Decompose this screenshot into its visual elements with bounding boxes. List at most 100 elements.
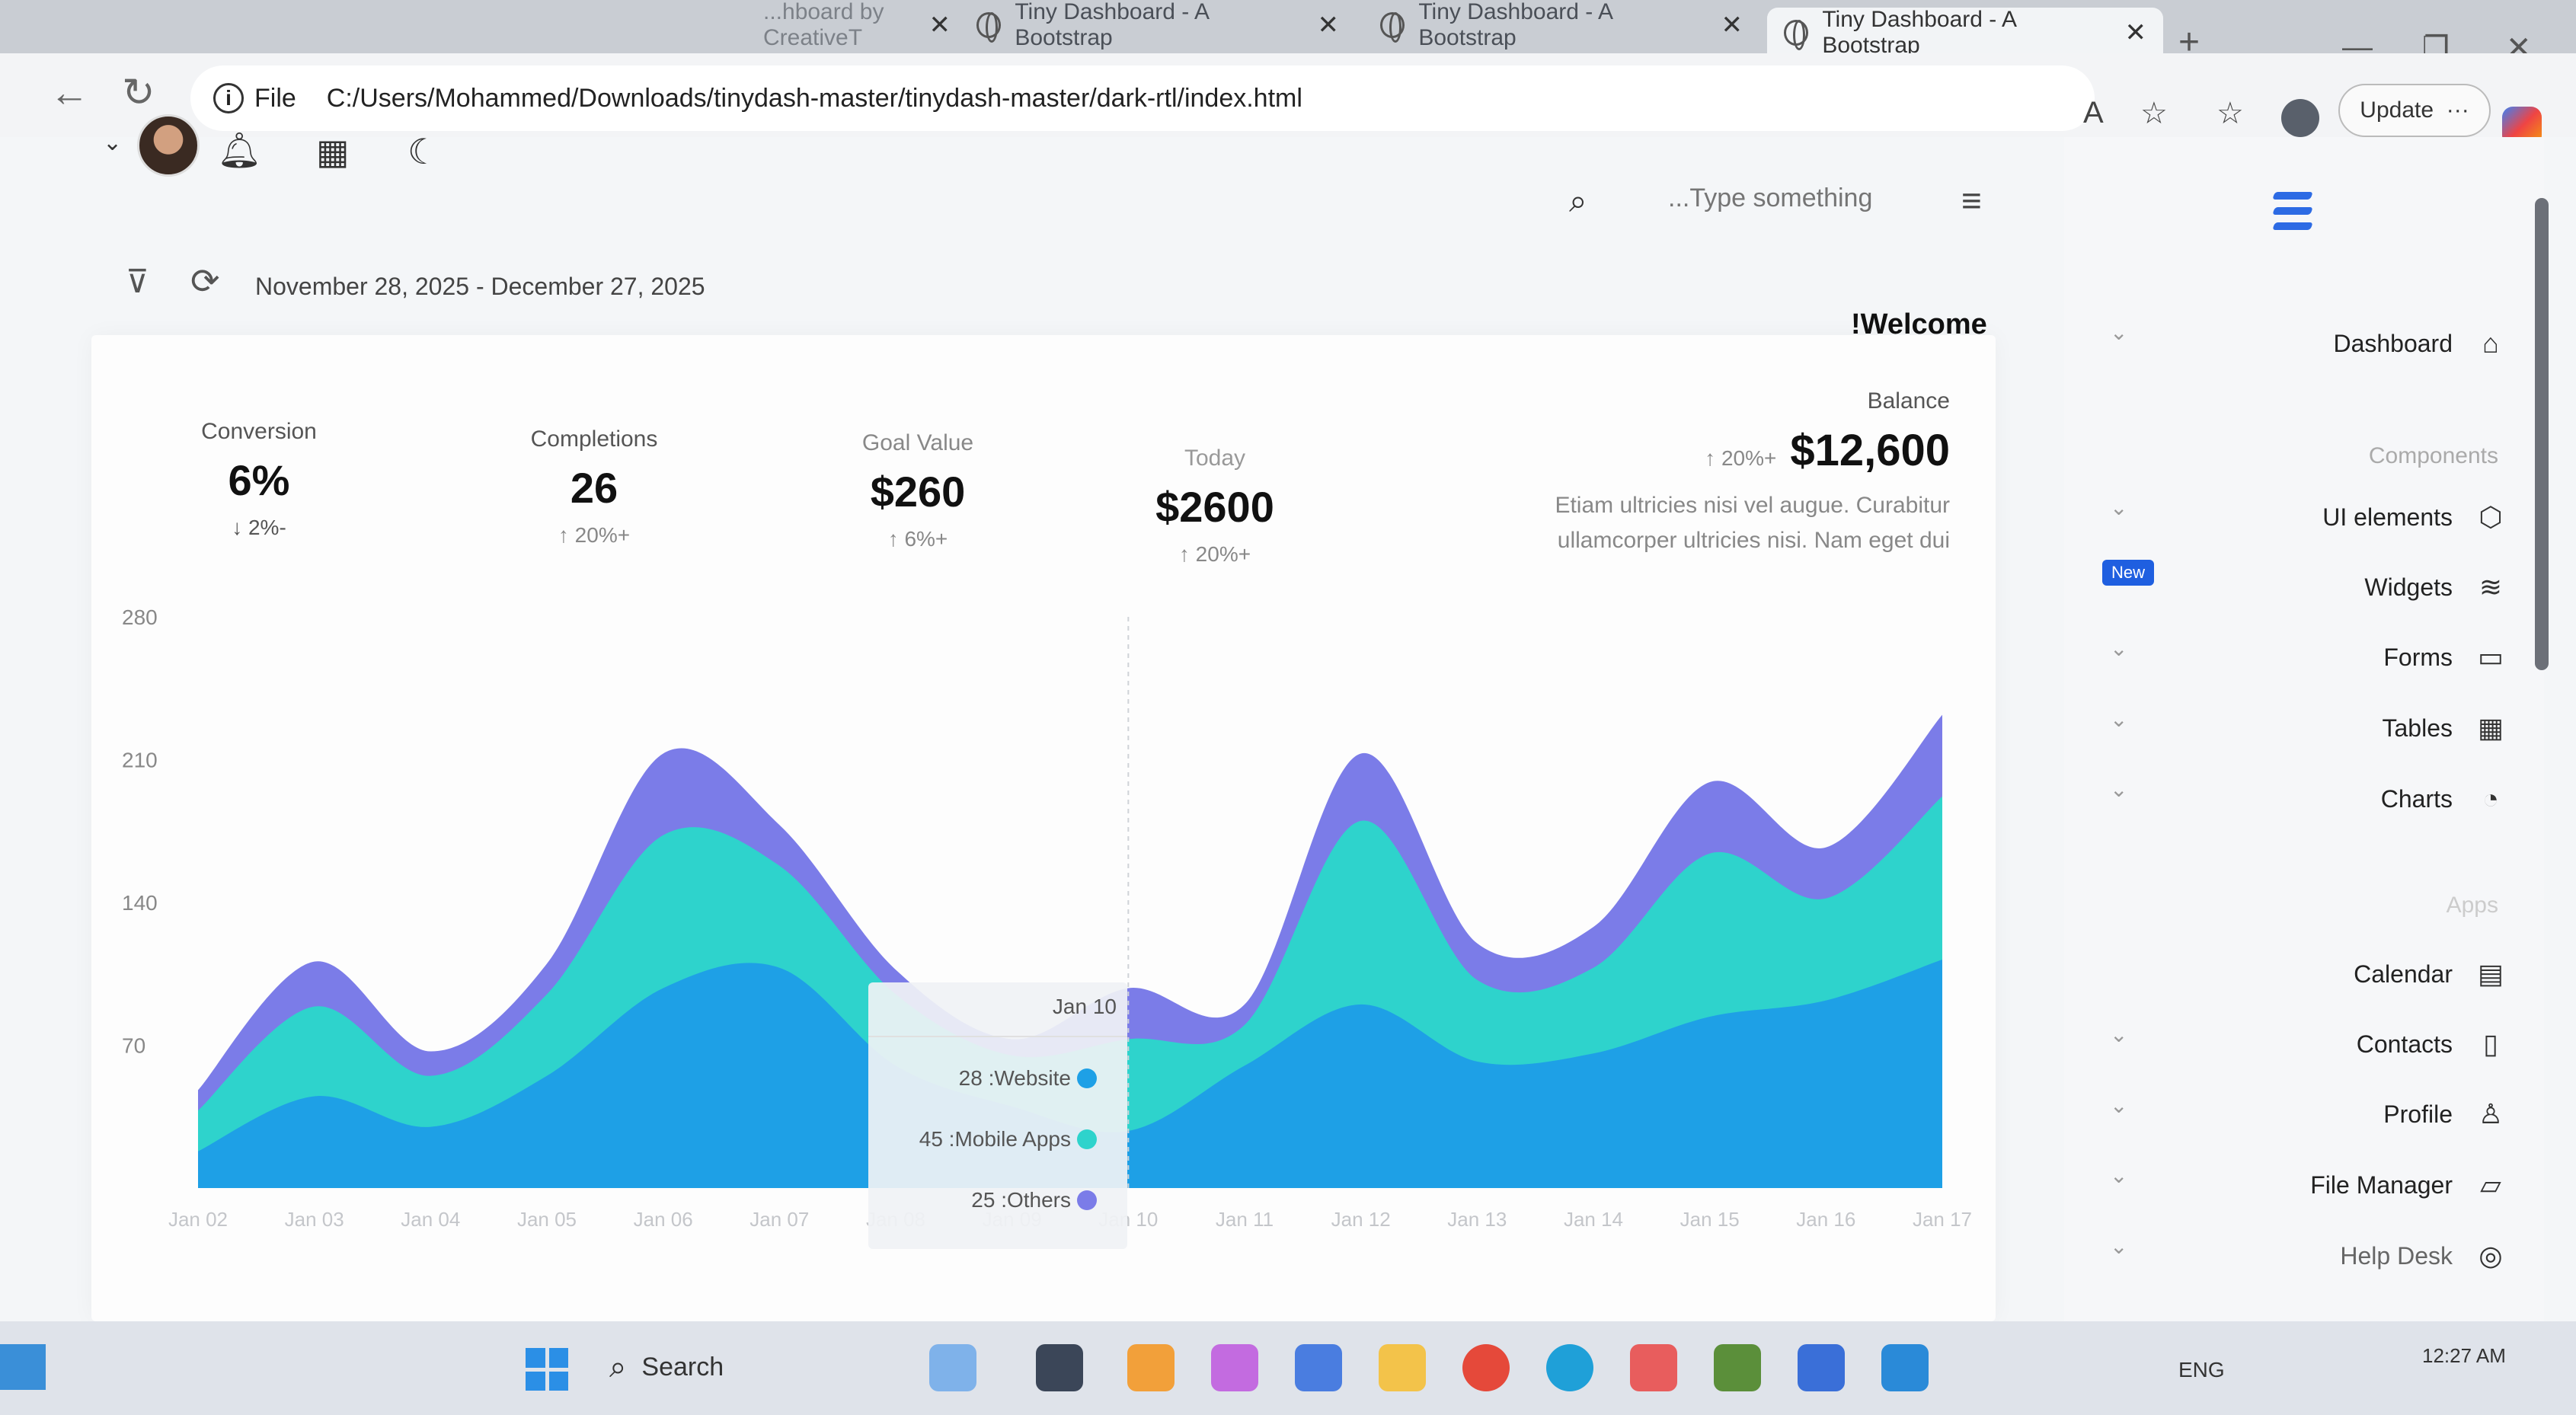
chevron-down-icon[interactable]: ⌄ — [103, 129, 122, 156]
chevron-down-icon[interactable]: ⌄ — [2110, 1022, 2127, 1047]
browser-tab[interactable]: Tiny Dashboard - A Bootstrap ✕ — [1363, 0, 1759, 50]
taskbar-app-icon[interactable] — [1630, 1344, 1677, 1391]
back-arrow-icon[interactable]: ← — [50, 70, 89, 116]
close-icon[interactable]: ✕ — [929, 10, 951, 40]
taskbar-app-icon[interactable] — [1798, 1344, 1845, 1391]
close-icon[interactable]: ✕ — [1721, 10, 1743, 40]
update-button[interactable]: Update ··· — [2338, 84, 2491, 137]
read-aloud-icon[interactable]: A — [2083, 96, 2104, 130]
sidebar-item-contacts[interactable]: Contacts ▯ — [2357, 1028, 2506, 1060]
globe-icon — [1784, 20, 1809, 50]
tray-language[interactable]: ENG — [2178, 1358, 2225, 1382]
stat-change: ↑ 20%+ — [1178, 542, 1251, 566]
stat-value: $260 — [870, 468, 966, 516]
folder-icon[interactable] — [1379, 1344, 1426, 1391]
stat-change: ↑ 20%+ — [558, 523, 631, 547]
chevron-down-icon[interactable]: ⌄ — [2110, 777, 2127, 802]
browser-tab-active[interactable]: Tiny Dashboard - A Bootstrap ✕ — [1767, 7, 2163, 58]
chevron-down-icon[interactable]: ⌄ — [2110, 1163, 2127, 1188]
sidebar-item-tables[interactable]: Tables ▦ — [2383, 712, 2507, 744]
chrome-icon[interactable] — [1462, 1344, 1510, 1391]
browser-tab-strip: ...hboard by CreativeT ✕ Tiny Dashboard … — [0, 0, 2576, 65]
folder-icon: ▱ — [2480, 1169, 2501, 1200]
favorites-list-icon[interactable]: ☆ — [2216, 96, 2244, 131]
update-label: Update — [2360, 97, 2434, 123]
chevron-down-icon[interactable]: ⌄ — [2110, 636, 2127, 661]
chevron-down-icon[interactable]: ⌄ — [2110, 707, 2127, 732]
close-icon[interactable]: ✕ — [2125, 18, 2147, 48]
logo-icon[interactable] — [2272, 192, 2313, 235]
tooltip-row-others: 25 :Others — [971, 1188, 1097, 1212]
sidebar-item-label: Help Desk — [2340, 1241, 2453, 1270]
sidebar-item-label: UI elements — [2322, 503, 2453, 531]
chevron-down-icon[interactable]: ⌄ — [2110, 495, 2127, 520]
browser-tab[interactable]: Tiny Dashboard - A Bootstrap ✕ — [960, 0, 1356, 50]
sidebar-item-charts[interactable]: Charts ◔ — [2381, 783, 2506, 815]
x-tick-label: Jan 15 — [1680, 1208, 1740, 1231]
stat-label: Today — [1184, 446, 1246, 471]
close-icon[interactable]: ✕ — [1318, 10, 1340, 40]
search-input[interactable] — [1668, 175, 1942, 221]
stat-label: Conversion — [201, 419, 317, 444]
tooltip-row-text: 25 :Others — [971, 1188, 1071, 1212]
sidebar-item-ui-elements[interactable]: UI elements ⬡ — [2322, 501, 2506, 533]
taskbar-search[interactable]: ⌕ Search — [609, 1338, 807, 1396]
globe-icon — [976, 12, 1002, 43]
tab-title: ...hboard by CreativeT — [763, 0, 884, 50]
stat-label: Goal Value — [861, 430, 974, 455]
browser-tab-partial[interactable]: ...hboard by CreativeT ✕ — [746, 0, 967, 50]
chevron-down-icon[interactable]: ⌄ — [2110, 1234, 2127, 1259]
avatar[interactable] — [137, 114, 200, 177]
moon-icon[interactable]: ☾ — [407, 131, 439, 172]
sidebar-item-profile[interactable]: Profile ♙ — [2383, 1098, 2506, 1130]
x-tick-label: Jan 02 — [168, 1208, 228, 1231]
book-icon: ▯ — [2483, 1028, 2498, 1059]
apps-grid-icon[interactable]: ▦ — [316, 131, 349, 172]
sidebar-item-dashboard[interactable]: Dashboard ⌂ — [2333, 327, 2506, 359]
sidebar-item-forms[interactable]: Forms ▭ — [2383, 641, 2506, 673]
edge-icon[interactable] — [1546, 1344, 1593, 1391]
series-dot-icon — [1077, 1068, 1097, 1088]
x-tick-label: Jan 05 — [517, 1208, 577, 1231]
taskbar-app-icon[interactable] — [1295, 1344, 1342, 1391]
vscode-icon[interactable] — [1881, 1344, 1929, 1391]
scrollbar[interactable] — [2535, 198, 2549, 670]
taskbar-app-icon[interactable] — [929, 1344, 976, 1391]
chevron-down-icon[interactable]: ⌄ — [2110, 320, 2127, 345]
taskbar-app-icon[interactable] — [1714, 1344, 1761, 1391]
url-field[interactable]: i File C:/Users/Mohammed/Downloads/tinyd… — [190, 65, 2095, 131]
browser-profile-avatar[interactable] — [2281, 99, 2319, 137]
tray-clock[interactable]: 12:27 AM — [2422, 1344, 2506, 1368]
chevron-down-icon[interactable]: ⌄ — [2110, 1093, 2127, 1118]
widgets-icon[interactable] — [0, 1344, 46, 1390]
x-tick-label: Jan 12 — [1331, 1208, 1391, 1231]
info-icon[interactable]: i — [213, 83, 244, 113]
sidebar-item-label: Charts — [2380, 784, 2453, 813]
sidebar-item-widgets[interactable]: Widgets ≋ — [2364, 571, 2506, 603]
stats-card: Conversion 6% ↓ 2%- Completions 26 ↑ 20%… — [91, 335, 1996, 1321]
sidebar-item-file-manager[interactable]: File Manager ▱ — [2310, 1169, 2506, 1201]
sidebar-section-apps: Apps — [2446, 893, 2498, 918]
bell-icon[interactable]: 🔔︎ — [217, 129, 261, 171]
reload-icon[interactable]: ↻ — [122, 70, 155, 116]
sidebar-item-label: Calendar — [2354, 960, 2453, 988]
sidebar-item-calendar[interactable]: Calendar ▤ — [2354, 958, 2506, 990]
search-icon[interactable]: ⌕ — [1569, 183, 1587, 220]
dashboard-page: ⌄ 🔔︎ ▦ ☾ ⌕ ≡ ⊽ ⟳ November 28, 2025 - Dec… — [0, 114, 2576, 1321]
stat-completions: Completions 26 ↑ 20%+ — [495, 426, 693, 548]
menu-icon[interactable]: ≡ — [1961, 180, 1982, 221]
favorite-star-icon[interactable]: ☆ — [2140, 96, 2168, 131]
date-range[interactable]: November 28, 2025 - December 27, 2025 — [255, 273, 705, 301]
x-tick-label: Jan 07 — [749, 1208, 809, 1231]
taskbar-app-icon[interactable] — [1127, 1344, 1175, 1391]
sidebar-item-label: File Manager — [2310, 1171, 2453, 1199]
y-tick-label: 140 — [122, 891, 158, 915]
windows-start-icon[interactable] — [526, 1348, 568, 1391]
refresh-icon[interactable]: ⟳ — [190, 260, 220, 302]
balance-description: Etiam ultricies nisi vel augue. Curabitu… — [1555, 493, 1950, 553]
filter-icon[interactable]: ⊽ — [126, 263, 149, 300]
taskbar-app-icon[interactable] — [1211, 1344, 1258, 1391]
taskbar-app-icon[interactable] — [1036, 1344, 1083, 1391]
tooltip-row-website: 28 :Website — [959, 1066, 1097, 1091]
sidebar-item-help-desk[interactable]: Help Desk ◎ — [2340, 1240, 2506, 1272]
